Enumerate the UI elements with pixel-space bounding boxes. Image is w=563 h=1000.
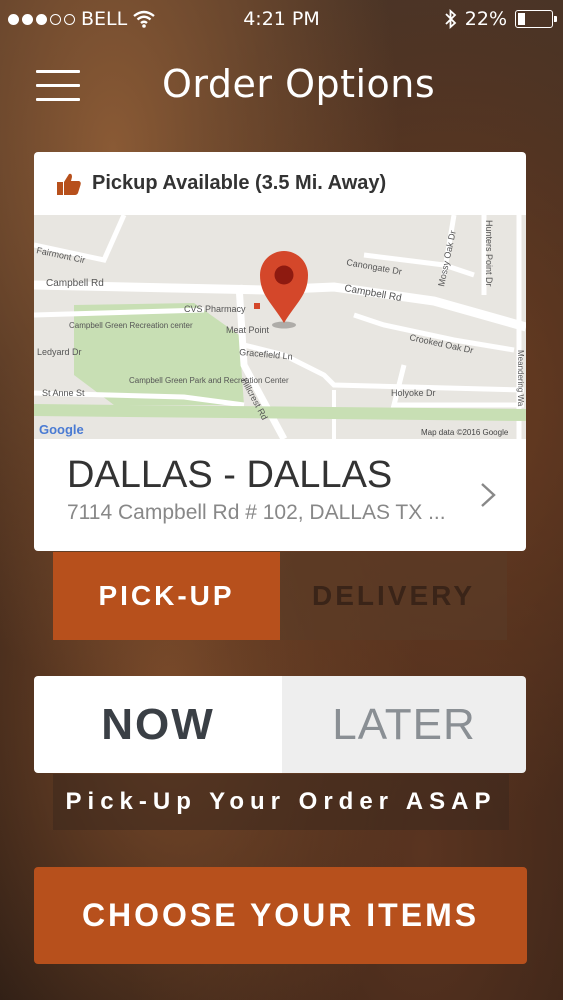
chevron-right-icon [481,483,496,507]
bluetooth-icon [445,9,457,29]
map-label-green: Campbell Green Recreation center [69,321,193,330]
store-card: Pickup Available (3.5 Mi. Away) Fairmont… [34,152,526,551]
map-label-ledyard: Ledyard Dr [37,347,82,357]
map-label-meandering: Meandering Wa [516,350,525,407]
pickup-availability: Pickup Available (3.5 Mi. Away) [34,152,526,215]
thumbs-up-icon [57,173,81,195]
map-label-holyoke: Holyoke Dr [391,388,436,398]
pickup-availability-text: Pickup Available (3.5 Mi. Away) [92,172,387,194]
page-title: Order Options [162,62,436,106]
store-name: DALLAS - DALLAS [67,454,393,496]
store-selector[interactable]: DALLAS - DALLAS 7114 Campbell Rd # 102, … [34,440,526,551]
choose-items-button[interactable]: CHOOSE YOUR ITEMS [34,867,527,964]
map-label-meat: Meat Point [226,325,270,335]
delivery-button[interactable]: DELIVERY [280,552,507,640]
map-attribution: Map data ©2016 Google [421,428,509,437]
store-address: 7114 Campbell Rd # 102, DALLAS TX ... [67,501,446,524]
later-button[interactable]: LATER [282,676,526,773]
order-method-toggle: PICK-UP DELIVERY [53,552,507,640]
now-button[interactable]: NOW [34,676,282,773]
map-label-park: Campbell Green Park and Recreation Cente… [129,376,289,385]
map-label-hunters: Hunters Point Dr [484,220,494,287]
status-right: 22% [445,8,557,30]
hamburger-menu-icon[interactable] [36,70,80,102]
nav-bar: Order Options [0,50,563,120]
battery-percent: 22% [464,8,507,30]
map-label-campbell-1: Campbell Rd [46,278,104,289]
store-map[interactable]: Fairmont Cir Canongate Dr Mossy Oak Dr H… [34,215,526,439]
google-logo: Google [39,422,84,437]
map-label-cvs: CVS Pharmacy [184,304,246,314]
map-label-stanne: St Anne St [42,388,85,398]
order-time-note: Pick-Up Your Order ASAP [53,774,509,830]
battery-icon [515,10,557,28]
pickup-button[interactable]: PICK-UP [53,552,280,640]
order-time-toggle: NOW LATER [34,676,526,773]
status-bar: BELL 4:21 PM 22% [0,0,563,38]
